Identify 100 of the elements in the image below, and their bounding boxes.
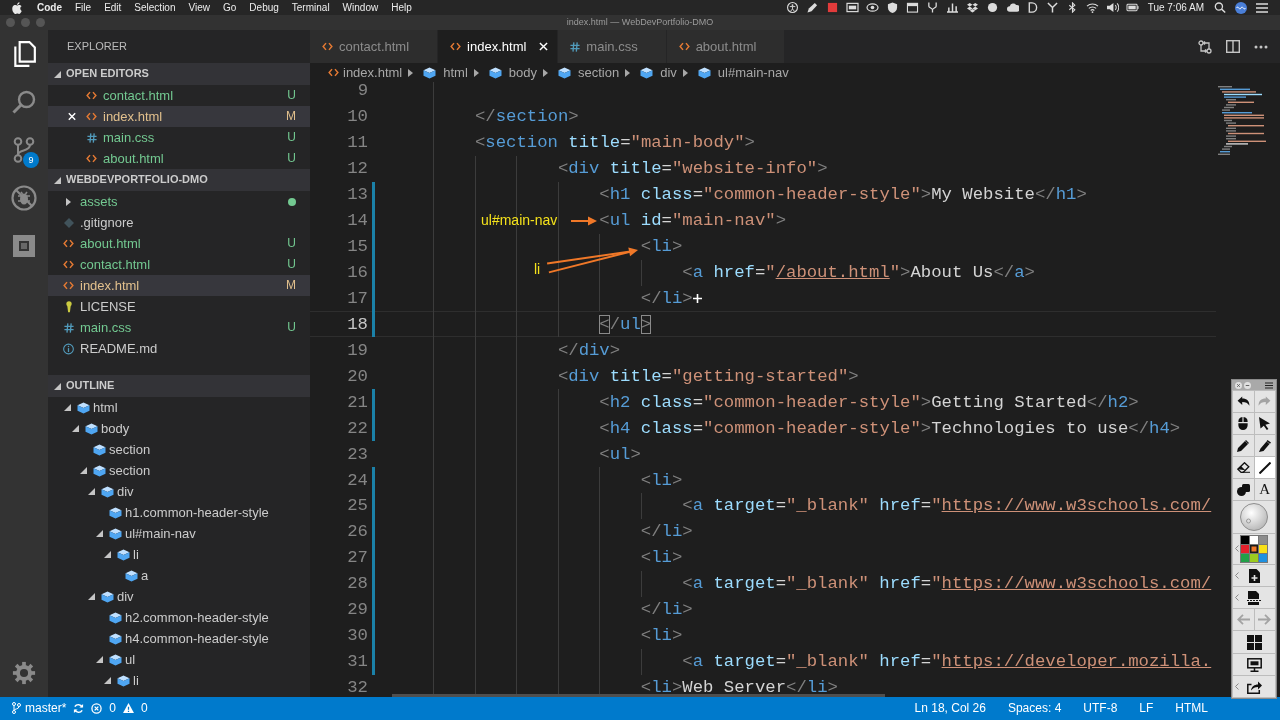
editor-tab[interactable]: about.html bbox=[666, 30, 786, 63]
menu-item[interactable]: Go bbox=[223, 0, 237, 15]
new-page-button[interactable] bbox=[1233, 565, 1275, 586]
menu-item[interactable]: Edit bbox=[104, 0, 122, 15]
warning-count[interactable]: 0 bbox=[141, 701, 148, 716]
code-link[interactable]: https://www.w3schools.com/ bbox=[941, 496, 1212, 516]
calendar-icon[interactable] bbox=[905, 2, 919, 13]
breadcrumb-item[interactable]: ul#main-nav bbox=[693, 64, 789, 81]
symbol-row[interactable]: html bbox=[48, 397, 310, 418]
caret-down-icon[interactable] bbox=[87, 488, 95, 495]
sync-icon[interactable] bbox=[73, 703, 85, 714]
eye-icon[interactable] bbox=[865, 2, 879, 13]
symbol-row[interactable]: h1.common-header-style bbox=[48, 502, 310, 523]
color-swatch[interactable] bbox=[1241, 545, 1249, 553]
no-bug-icon[interactable] bbox=[11, 185, 37, 211]
list-icon[interactable] bbox=[1256, 2, 1268, 13]
caret-down-icon[interactable] bbox=[54, 70, 61, 78]
compare-changes-icon[interactable] bbox=[1198, 39, 1212, 54]
color-swatch[interactable] bbox=[1250, 536, 1258, 544]
apple-logo-icon[interactable] bbox=[12, 1, 22, 14]
section-header[interactable]: OUTLINE bbox=[48, 375, 310, 397]
battery-icon[interactable] bbox=[1125, 2, 1139, 13]
symbol-row[interactable]: section bbox=[48, 439, 310, 460]
screen-button[interactable] bbox=[1233, 654, 1275, 675]
split-editor-icon[interactable] bbox=[1226, 40, 1240, 53]
error-count[interactable]: 0 bbox=[109, 701, 117, 716]
pointer-tool-button[interactable] bbox=[1254, 413, 1275, 434]
eraser-tool-button[interactable] bbox=[1233, 457, 1254, 478]
menu-item[interactable]: Debug bbox=[249, 0, 279, 15]
breadcrumb-item[interactable]: html bbox=[419, 64, 468, 81]
text-tool-button[interactable]: A bbox=[1254, 479, 1275, 500]
siri-icon[interactable] bbox=[1235, 1, 1247, 14]
explorer-tree-row[interactable]: assets bbox=[48, 191, 310, 212]
caret-down-icon[interactable] bbox=[79, 467, 87, 474]
breadcrumb-item[interactable]: index.html bbox=[328, 64, 403, 81]
fork-down-icon[interactable] bbox=[1045, 2, 1059, 13]
symbol-row[interactable]: li bbox=[48, 544, 310, 565]
indentation-setting[interactable]: Spaces: 4 bbox=[1007, 701, 1062, 716]
explorer-tree-row[interactable]: .gitignore bbox=[48, 212, 310, 233]
symbol-row[interactable]: body bbox=[48, 418, 310, 439]
bars-icon[interactable] bbox=[945, 2, 959, 13]
open-editor-row[interactable]: index.html M bbox=[48, 106, 310, 127]
explorer-tree-row[interactable]: index.html M bbox=[48, 275, 310, 296]
code-link[interactable]: https://developer.mozilla. bbox=[941, 652, 1212, 672]
explorer-tree-row[interactable]: contact.html U bbox=[48, 254, 310, 275]
branch-status[interactable]: master* bbox=[12, 701, 67, 716]
menu-item[interactable]: File bbox=[75, 0, 92, 15]
symbol-row[interactable]: section bbox=[48, 460, 310, 481]
marker-tool-button[interactable] bbox=[1254, 435, 1275, 456]
editor-tab[interactable]: contact.html bbox=[310, 30, 439, 63]
menu-item[interactable]: View bbox=[188, 0, 210, 15]
color-swatch[interactable] bbox=[1259, 554, 1267, 562]
volume-icon[interactable] bbox=[1105, 2, 1119, 13]
more-actions-icon[interactable] bbox=[1254, 44, 1268, 49]
explorer-tree-row[interactable]: LICENSE bbox=[48, 296, 310, 317]
source-control-icon[interactable] bbox=[13, 137, 35, 163]
menu-item[interactable]: Terminal bbox=[291, 0, 330, 15]
section-header[interactable]: WEBDEVPORTFOLIO-DMO bbox=[48, 169, 310, 191]
chevron-left-icon[interactable] bbox=[1235, 682, 1239, 690]
accessibility-icon[interactable] bbox=[785, 2, 799, 13]
minimize-icon[interactable] bbox=[1244, 381, 1251, 389]
symbol-row[interactable]: div bbox=[48, 586, 310, 607]
close-icon[interactable] bbox=[68, 112, 76, 121]
chevron-left-icon[interactable] bbox=[1235, 571, 1239, 579]
menu-icon[interactable] bbox=[1265, 381, 1273, 389]
encoding-setting[interactable]: UTF-8 bbox=[1083, 701, 1118, 716]
symbol-row[interactable]: a bbox=[48, 565, 310, 586]
caret-right-icon[interactable] bbox=[66, 197, 71, 206]
wifi-icon[interactable] bbox=[1085, 2, 1099, 13]
code-link[interactable]: https://www.w3schools.com/ bbox=[941, 574, 1212, 594]
search-icon[interactable] bbox=[1214, 2, 1226, 13]
color-swatch[interactable] bbox=[1241, 554, 1249, 562]
clock-text[interactable]: Tue 7:06 AM bbox=[1147, 0, 1204, 15]
share-button[interactable] bbox=[1233, 676, 1275, 697]
close-icon[interactable] bbox=[539, 42, 549, 51]
breadcrumb-item[interactable]: section bbox=[554, 64, 620, 81]
color-swatch[interactable] bbox=[1250, 554, 1258, 562]
symbol-row[interactable]: div bbox=[48, 481, 310, 502]
caret-down-icon[interactable] bbox=[54, 176, 61, 184]
app-menu[interactable]: Code bbox=[37, 0, 62, 15]
menu-item[interactable]: Window bbox=[342, 0, 379, 15]
shield-icon[interactable] bbox=[885, 2, 899, 13]
explorer-tree-row[interactable]: about.html U bbox=[48, 233, 310, 254]
open-editor-row[interactable]: main.css U bbox=[48, 127, 310, 148]
color-swatch[interactable] bbox=[1259, 545, 1267, 553]
line-ending-setting[interactable]: LF bbox=[1139, 701, 1154, 716]
grid-button[interactable] bbox=[1233, 631, 1275, 653]
cloud-icon[interactable] bbox=[1005, 2, 1019, 13]
open-editor-row[interactable]: about.html U bbox=[48, 148, 310, 169]
display-icon[interactable] bbox=[845, 2, 859, 13]
language-mode[interactable]: HTML bbox=[1175, 701, 1208, 716]
caret-down-icon[interactable] bbox=[103, 677, 111, 684]
section-header[interactable]: OPEN EDITORS bbox=[48, 63, 310, 85]
chevron-left-icon[interactable] bbox=[1235, 593, 1239, 601]
caret-down-icon[interactable] bbox=[54, 382, 61, 390]
breadcrumb-item[interactable]: body bbox=[484, 64, 537, 81]
chevron-left-icon[interactable] bbox=[1235, 545, 1239, 552]
caret-down-icon[interactable] bbox=[103, 551, 111, 558]
caret-down-icon[interactable] bbox=[63, 404, 71, 411]
pen-icon[interactable] bbox=[805, 2, 819, 13]
